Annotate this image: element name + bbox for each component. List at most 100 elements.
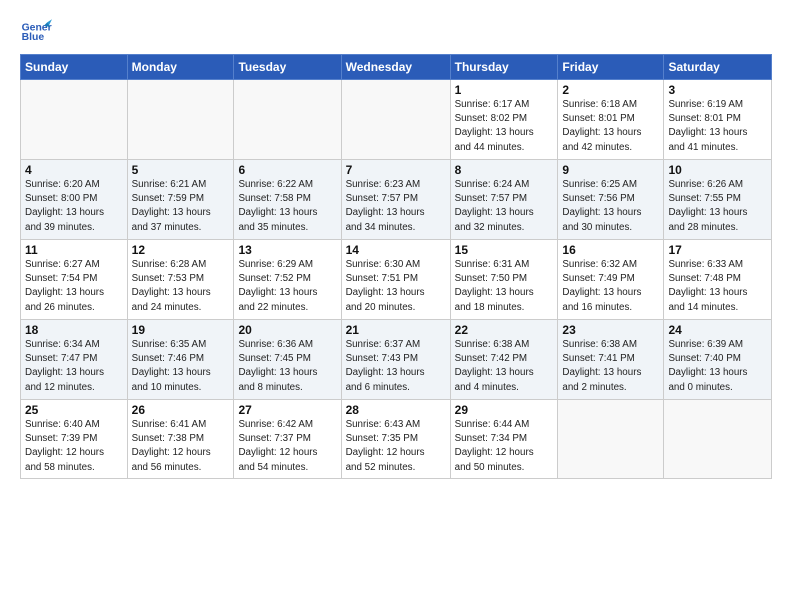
day-info: Sunrise: 6:24 AM Sunset: 7:57 PM Dayligh…: [455, 178, 554, 235]
calendar-cell: 15Sunrise: 6:31 AM Sunset: 7:50 PM Dayli…: [450, 240, 558, 320]
calendar-cell: 8Sunrise: 6:24 AM Sunset: 7:57 PM Daylig…: [450, 160, 558, 240]
day-info: Sunrise: 6:35 AM Sunset: 7:46 PM Dayligh…: [132, 338, 230, 395]
day-number: 24: [668, 323, 767, 337]
day-number: 21: [346, 323, 446, 337]
day-info: Sunrise: 6:40 AM Sunset: 7:39 PM Dayligh…: [25, 418, 123, 475]
day-number: 9: [562, 163, 659, 177]
calendar-cell: [558, 400, 664, 479]
day-info: Sunrise: 6:23 AM Sunset: 7:57 PM Dayligh…: [346, 178, 446, 235]
calendar-cell: 9Sunrise: 6:25 AM Sunset: 7:56 PM Daylig…: [558, 160, 664, 240]
day-info: Sunrise: 6:39 AM Sunset: 7:40 PM Dayligh…: [668, 338, 767, 395]
calendar-cell: 3Sunrise: 6:19 AM Sunset: 8:01 PM Daylig…: [664, 80, 772, 160]
day-number: 6: [238, 163, 336, 177]
week-row-2: 4Sunrise: 6:20 AM Sunset: 8:00 PM Daylig…: [21, 160, 772, 240]
calendar-cell: 4Sunrise: 6:20 AM Sunset: 8:00 PM Daylig…: [21, 160, 128, 240]
calendar-cell: 7Sunrise: 6:23 AM Sunset: 7:57 PM Daylig…: [341, 160, 450, 240]
day-info: Sunrise: 6:44 AM Sunset: 7:34 PM Dayligh…: [455, 418, 554, 475]
day-info: Sunrise: 6:32 AM Sunset: 7:49 PM Dayligh…: [562, 258, 659, 315]
weekday-header-row: SundayMondayTuesdayWednesdayThursdayFrid…: [21, 55, 772, 80]
calendar-cell: 24Sunrise: 6:39 AM Sunset: 7:40 PM Dayli…: [664, 320, 772, 400]
calendar-cell: 18Sunrise: 6:34 AM Sunset: 7:47 PM Dayli…: [21, 320, 128, 400]
logo-icon: General Blue: [20, 16, 52, 48]
weekday-header-saturday: Saturday: [664, 55, 772, 80]
day-number: 11: [25, 243, 123, 257]
calendar-cell: 25Sunrise: 6:40 AM Sunset: 7:39 PM Dayli…: [21, 400, 128, 479]
weekday-header-wednesday: Wednesday: [341, 55, 450, 80]
weekday-header-sunday: Sunday: [21, 55, 128, 80]
calendar-cell: 16Sunrise: 6:32 AM Sunset: 7:49 PM Dayli…: [558, 240, 664, 320]
day-info: Sunrise: 6:38 AM Sunset: 7:42 PM Dayligh…: [455, 338, 554, 395]
day-number: 28: [346, 403, 446, 417]
day-number: 1: [455, 83, 554, 97]
calendar-cell: 27Sunrise: 6:42 AM Sunset: 7:37 PM Dayli…: [234, 400, 341, 479]
calendar-cell: 6Sunrise: 6:22 AM Sunset: 7:58 PM Daylig…: [234, 160, 341, 240]
day-number: 19: [132, 323, 230, 337]
calendar-cell: [664, 400, 772, 479]
day-number: 25: [25, 403, 123, 417]
day-number: 27: [238, 403, 336, 417]
week-row-1: 1Sunrise: 6:17 AM Sunset: 8:02 PM Daylig…: [21, 80, 772, 160]
day-info: Sunrise: 6:26 AM Sunset: 7:55 PM Dayligh…: [668, 178, 767, 235]
calendar-cell: 17Sunrise: 6:33 AM Sunset: 7:48 PM Dayli…: [664, 240, 772, 320]
header: General Blue: [20, 16, 772, 48]
week-row-5: 25Sunrise: 6:40 AM Sunset: 7:39 PM Dayli…: [21, 400, 772, 479]
day-number: 4: [25, 163, 123, 177]
day-info: Sunrise: 6:41 AM Sunset: 7:38 PM Dayligh…: [132, 418, 230, 475]
calendar-cell: 20Sunrise: 6:36 AM Sunset: 7:45 PM Dayli…: [234, 320, 341, 400]
calendar: SundayMondayTuesdayWednesdayThursdayFrid…: [20, 54, 772, 479]
day-number: 2: [562, 83, 659, 97]
day-info: Sunrise: 6:43 AM Sunset: 7:35 PM Dayligh…: [346, 418, 446, 475]
day-number: 18: [25, 323, 123, 337]
day-number: 5: [132, 163, 230, 177]
calendar-cell: 26Sunrise: 6:41 AM Sunset: 7:38 PM Dayli…: [127, 400, 234, 479]
calendar-cell: 5Sunrise: 6:21 AM Sunset: 7:59 PM Daylig…: [127, 160, 234, 240]
day-info: Sunrise: 6:42 AM Sunset: 7:37 PM Dayligh…: [238, 418, 336, 475]
day-number: 12: [132, 243, 230, 257]
day-info: Sunrise: 6:22 AM Sunset: 7:58 PM Dayligh…: [238, 178, 336, 235]
day-info: Sunrise: 6:36 AM Sunset: 7:45 PM Dayligh…: [238, 338, 336, 395]
day-info: Sunrise: 6:37 AM Sunset: 7:43 PM Dayligh…: [346, 338, 446, 395]
day-number: 26: [132, 403, 230, 417]
calendar-cell: [341, 80, 450, 160]
day-number: 20: [238, 323, 336, 337]
day-number: 8: [455, 163, 554, 177]
calendar-cell: 19Sunrise: 6:35 AM Sunset: 7:46 PM Dayli…: [127, 320, 234, 400]
calendar-cell: [234, 80, 341, 160]
calendar-cell: 28Sunrise: 6:43 AM Sunset: 7:35 PM Dayli…: [341, 400, 450, 479]
calendar-cell: 21Sunrise: 6:37 AM Sunset: 7:43 PM Dayli…: [341, 320, 450, 400]
day-info: Sunrise: 6:38 AM Sunset: 7:41 PM Dayligh…: [562, 338, 659, 395]
day-info: Sunrise: 6:25 AM Sunset: 7:56 PM Dayligh…: [562, 178, 659, 235]
day-number: 13: [238, 243, 336, 257]
calendar-cell: 29Sunrise: 6:44 AM Sunset: 7:34 PM Dayli…: [450, 400, 558, 479]
day-number: 3: [668, 83, 767, 97]
day-info: Sunrise: 6:29 AM Sunset: 7:52 PM Dayligh…: [238, 258, 336, 315]
calendar-cell: [127, 80, 234, 160]
week-row-3: 11Sunrise: 6:27 AM Sunset: 7:54 PM Dayli…: [21, 240, 772, 320]
day-info: Sunrise: 6:21 AM Sunset: 7:59 PM Dayligh…: [132, 178, 230, 235]
day-info: Sunrise: 6:18 AM Sunset: 8:01 PM Dayligh…: [562, 98, 659, 155]
weekday-header-monday: Monday: [127, 55, 234, 80]
day-number: 7: [346, 163, 446, 177]
weekday-header-thursday: Thursday: [450, 55, 558, 80]
day-info: Sunrise: 6:27 AM Sunset: 7:54 PM Dayligh…: [25, 258, 123, 315]
calendar-cell: 14Sunrise: 6:30 AM Sunset: 7:51 PM Dayli…: [341, 240, 450, 320]
weekday-header-friday: Friday: [558, 55, 664, 80]
day-info: Sunrise: 6:30 AM Sunset: 7:51 PM Dayligh…: [346, 258, 446, 315]
day-info: Sunrise: 6:20 AM Sunset: 8:00 PM Dayligh…: [25, 178, 123, 235]
day-number: 29: [455, 403, 554, 417]
day-number: 14: [346, 243, 446, 257]
calendar-cell: 10Sunrise: 6:26 AM Sunset: 7:55 PM Dayli…: [664, 160, 772, 240]
calendar-cell: 2Sunrise: 6:18 AM Sunset: 8:01 PM Daylig…: [558, 80, 664, 160]
page: General Blue SundayMondayTuesdayWednesda…: [0, 0, 792, 489]
logo: General Blue: [20, 16, 52, 48]
day-number: 23: [562, 323, 659, 337]
calendar-cell: 23Sunrise: 6:38 AM Sunset: 7:41 PM Dayli…: [558, 320, 664, 400]
day-info: Sunrise: 6:28 AM Sunset: 7:53 PM Dayligh…: [132, 258, 230, 315]
day-number: 17: [668, 243, 767, 257]
day-number: 15: [455, 243, 554, 257]
week-row-4: 18Sunrise: 6:34 AM Sunset: 7:47 PM Dayli…: [21, 320, 772, 400]
day-info: Sunrise: 6:17 AM Sunset: 8:02 PM Dayligh…: [455, 98, 554, 155]
calendar-cell: 13Sunrise: 6:29 AM Sunset: 7:52 PM Dayli…: [234, 240, 341, 320]
day-info: Sunrise: 6:19 AM Sunset: 8:01 PM Dayligh…: [668, 98, 767, 155]
day-number: 22: [455, 323, 554, 337]
